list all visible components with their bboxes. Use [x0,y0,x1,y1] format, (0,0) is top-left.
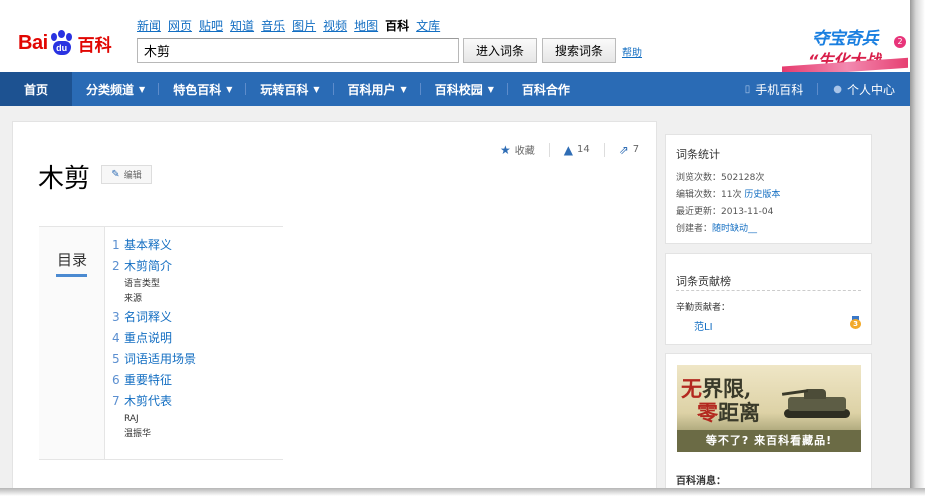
user-icon: ● [833,83,842,95]
history-link[interactable]: 历史版本 [744,190,780,200]
ad-headline-2: 零距离 [697,400,760,425]
entry-stats-box: 词条统计 浏览次数：502128次 编辑次数：11次 历史版本 最近更新：201… [665,134,872,244]
stats-edits: 编辑次数：11次 历史版本 [676,190,781,200]
nav-featured[interactable]: 特色百科 ▼ [159,72,247,106]
ad-banner[interactable]: 无界限, 零距离 等不了? 来百科看藏品! [677,365,861,452]
toc-item[interactable]: 4 重点说明 [112,328,280,349]
toc-label: 目录 [57,251,88,269]
ad-footer: 等不了? 来百科看藏品! [677,430,861,452]
chevron-down-icon: ▼ [400,84,407,94]
help-link[interactable]: 帮助 [622,44,642,59]
nav-campus[interactable]: 百科校园 ▼ [421,72,509,106]
medal-icon: 3 [850,316,861,329]
toc-underline [56,274,87,277]
search-entry-button[interactable]: 搜索词条 [542,38,616,63]
ad-box: 无界限, 零距离 等不了? 来百科看藏品! 百科消息： [665,353,872,496]
search-input[interactable] [137,38,459,63]
contrib-title: 词条贡献榜 [676,275,731,288]
star-icon: ★ [500,142,511,157]
stats-title: 词条统计 [676,148,720,161]
toc-item[interactable]: 1 基本释义 [112,235,280,256]
chevron-down-icon: ▼ [487,84,494,94]
topnav-wenku[interactable]: 文库 [416,17,440,34]
banner-title: 夺宝奇兵 [812,29,879,49]
topnav-video[interactable]: 视频 [323,17,347,34]
table-of-contents: 目录 1 基本释义 2 木剪简介 语言类型 来源 3 名词释义 4 重点说明 5 词语适用… [39,226,283,460]
phone-icon: ▯ [744,83,751,95]
nav-play[interactable]: 玩转百科 ▼ [246,72,334,106]
banner-badge: 2 [894,36,906,48]
toc-item[interactable]: 7 木剪代表 [112,391,280,412]
nav-user-center[interactable]: ● 个人中心 [818,72,910,106]
toc-entries: 1 基本释义 2 木剪简介 语言类型 来源 3 名词释义 4 重点说明 5 词语适用场景 … [112,235,280,442]
topnav-baike[interactable]: 百科 [385,17,409,34]
main-nav: 首页 分类频道 ▼ 特色百科 ▼ 玩转百科 ▼ 百科用户 ▼ 百科校园 ▼ 百科合作 ▯ 手… [0,72,910,106]
nav-home[interactable]: 首页 [0,72,73,106]
topnav-web[interactable]: 网页 [168,17,192,34]
thumbs-up-icon: ▲ [563,142,573,157]
toc-item[interactable]: 6 重要特征 [112,370,280,391]
divider [676,290,861,291]
toc-item[interactable]: 3 名词释义 [112,307,280,328]
toc-label-column: 目录 [39,227,105,459]
topnav-map[interactable]: 地图 [354,17,378,34]
toc-subitem[interactable]: 来源 [112,292,280,307]
window-edge-right [910,0,925,496]
contrib-subtitle: 辛勤贡献者： [676,303,731,313]
share-icon: ⇗ [618,142,629,157]
topnav-images[interactable]: 图片 [292,17,316,34]
paw-icon: du [49,30,75,56]
stats-creator: 创建者：随时缺动__ [676,224,758,234]
topnav-music[interactable]: 音乐 [261,17,285,34]
share-button[interactable]: ⇗ 7 [619,143,639,157]
window-edge-bottom [0,488,925,496]
toc-subitem[interactable]: 语言类型 [112,277,280,292]
toc-item[interactable]: 5 词语适用场景 [112,349,280,370]
header: Bai du 百科 新闻 网页 贴吧 知道 音乐 图片 视频 地图 百科 文库 … [0,0,925,72]
pencil-icon: ✎ [111,169,120,180]
entry-actions: ★ 收藏 ▲ 14 ⇗ 7 [500,142,639,157]
tank-image [781,377,852,421]
topnav-tieba[interactable]: 贴吧 [199,17,223,34]
logo-bai: Bai [18,31,48,54]
chevron-down-icon: ▼ [139,84,146,94]
topnav-news[interactable]: 新闻 [137,17,161,34]
baidu-baike-logo[interactable]: Bai du 百科 [18,26,112,60]
creator-link[interactable]: 随时缺动__ [712,224,757,234]
nav-categories[interactable]: 分类频道 ▼ [72,72,160,106]
logo-baike: 百科 [77,35,112,56]
contributors-box: 词条贡献榜 辛勤贡献者： 范LI 3 [665,253,872,345]
stats-views: 浏览次数：502128次 [676,173,765,183]
toc-subitem[interactable]: RAJ [112,412,280,427]
nav-right: ▯ 手机百科 ● 个人中心 [730,72,910,106]
nav-mobile[interactable]: ▯ 手机百科 [730,72,819,106]
chevron-down-icon: ▼ [226,84,233,94]
page-title: 木剪 [38,164,91,194]
nav-users[interactable]: 百科用户 ▼ [334,72,421,106]
product-nav: 新闻 网页 贴吧 知道 音乐 图片 视频 地图 百科 文库 [137,17,447,34]
toc-subitem[interactable]: 温振华 [112,427,280,442]
nav-cooperation[interactable]: 百科合作 [508,72,584,106]
news-title: 百科消息： [676,476,726,487]
like-button[interactable]: ▲ 14 [564,143,590,157]
toc-item[interactable]: 2 木剪简介 [112,256,280,277]
topnav-zhidao[interactable]: 知道 [230,17,254,34]
favorite-button[interactable]: ★ 收藏 [500,142,535,158]
promo-banner[interactable]: 夺宝奇兵 2 “生化大战 [782,14,908,72]
edit-button[interactable]: ✎ 编辑 [101,165,152,184]
logo-du: du [52,41,71,55]
stats-updated: 最近更新：2013-11-04 [676,207,774,217]
enter-entry-button[interactable]: 进入词条 [463,38,537,63]
contributor-link[interactable]: 范LI [694,318,713,333]
chevron-down-icon: ▼ [313,84,320,94]
